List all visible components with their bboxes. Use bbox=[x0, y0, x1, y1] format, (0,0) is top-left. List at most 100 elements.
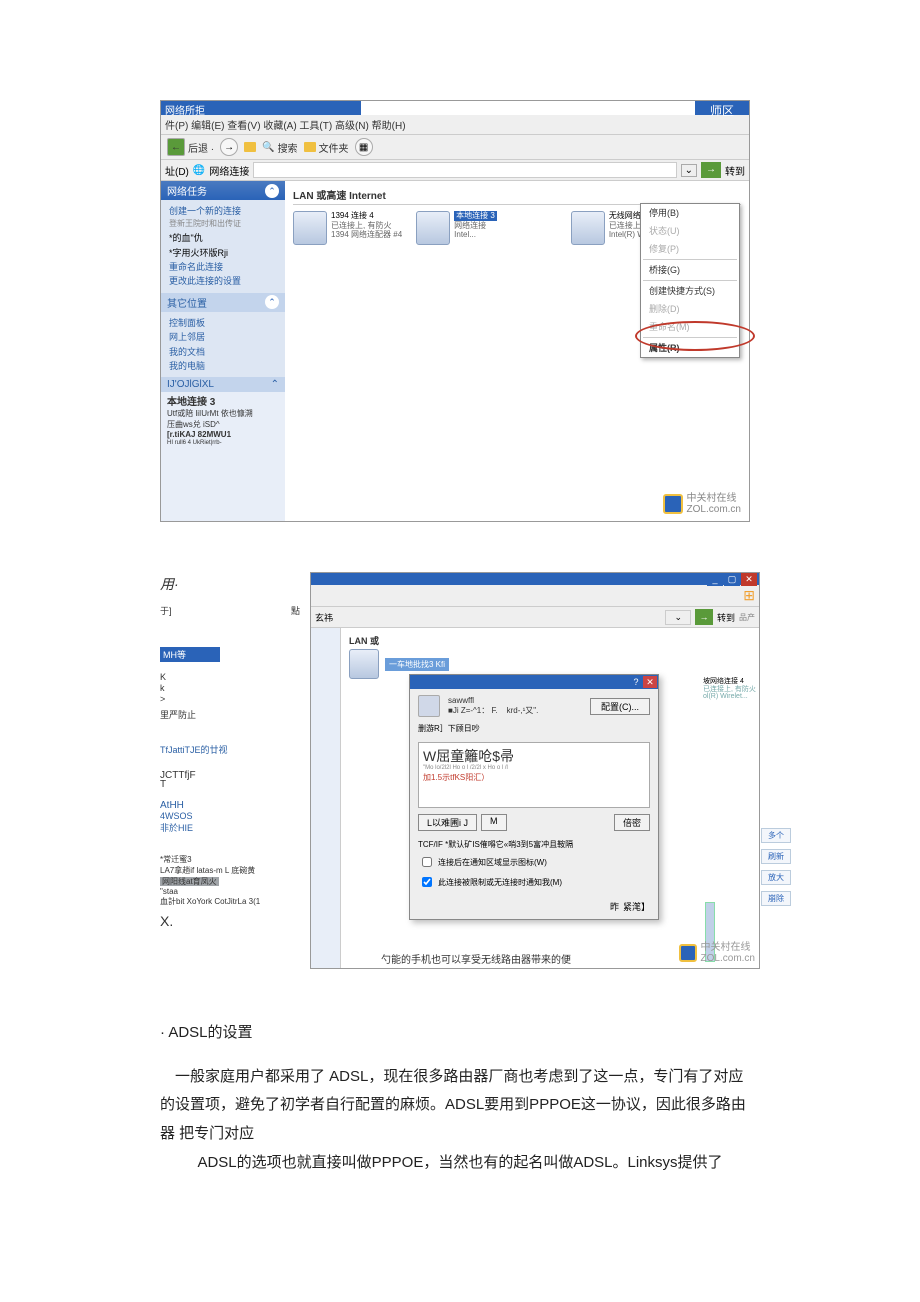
address-value[interactable]: 网络连接 bbox=[209, 163, 249, 178]
my-computer-link[interactable]: 我的电脑 bbox=[169, 359, 277, 373]
create-connection-link[interactable]: 创建一个新的连接 bbox=[169, 204, 277, 218]
screenshot2-left-text: 用· 于]點 MH等 K k > 里严防止 TfJattiTJE的廿视 JCTT… bbox=[160, 572, 300, 929]
caption-text: 勺能的手机也可以享受无线路由器带来的便 bbox=[381, 951, 571, 966]
components-listbox[interactable]: W屈童籬呛$帚 "Mo lo/2l2l Ho o l /2/2l x Ho o … bbox=[418, 742, 650, 808]
address-bar: 址(D) 🌐 网络连接 ⌄ → 转到 bbox=[161, 160, 749, 181]
uninstall-button[interactable]: M bbox=[481, 814, 507, 831]
main-area: LAN 或高速 Internet 1394 连接 4 已连接上, 有防火 139… bbox=[285, 181, 749, 521]
right-buttons: 多个 刷新 放大 崩除 bbox=[761, 828, 791, 906]
lan-header: LAN 或 bbox=[349, 632, 751, 649]
collapse-icon[interactable]: ⌃ bbox=[265, 295, 279, 309]
details-panel: 本地连接 3 Utf或陪 liIUrМt 依也慷溯 压曲ws兑 iSD^ [r.… bbox=[161, 392, 285, 452]
menu-status: 状态(U) bbox=[641, 222, 739, 240]
sidebar: 网络任务⌃ 创建一个新的连接 登新王院时和出传证 *的血"仇 *字用火环版Rji… bbox=[161, 181, 285, 521]
sidebar-stub bbox=[311, 628, 341, 968]
toolbar-row: ⊞ bbox=[311, 585, 759, 607]
sub-text: 登新王院时和出传证 bbox=[169, 218, 277, 231]
forward-button[interactable]: → bbox=[220, 138, 238, 156]
address-row: 玄祎 ⌄ → 转到 品产 bbox=[311, 607, 759, 628]
watermark: 中关村在线 ZOL.com.cn bbox=[663, 493, 741, 515]
show-icon-checkbox[interactable]: 连接后在通知区域显示图标(W) bbox=[418, 854, 650, 870]
right-connection-info: 坡网络连接 4 已连接上, 有防火 ol(R) Wirelet... bbox=[703, 678, 765, 701]
properties-dialog: ? ✕ sawwffl ■Ji Z=-^1： F. krd-,¹又". 配置( bbox=[409, 674, 659, 920]
go-button[interactable]: → bbox=[701, 162, 721, 178]
help-button[interactable]: ? bbox=[629, 676, 643, 688]
screenshot-network-connections: 网络所拒 师区 件(P) 编辑(E) 查看(V) 收藏(A) 工具(T) 高级(… bbox=[160, 100, 750, 522]
views-button[interactable]: ▦ bbox=[355, 138, 373, 156]
configure-button[interactable]: 配置(C)... bbox=[590, 698, 650, 715]
body-text: · ADSL的设置 一般家庭用户都采用了 ADSL，现在很多路由器厂商也考虑到了… bbox=[160, 1019, 760, 1178]
paragraph-2: ADSL的选项也就直接叫做PPPOE，当然也有的起名叫做ADSL。Linksys… bbox=[160, 1149, 760, 1178]
context-menu: 停用(B) 状态(U) 修复(P) 桥接(G) 创建快捷方式(S) 删除(D) … bbox=[640, 203, 740, 358]
network-icon bbox=[416, 211, 450, 245]
change-settings-link[interactable]: 更改此连接的设置 bbox=[169, 274, 277, 288]
right-badge: 师区 bbox=[695, 101, 749, 115]
maximize-button[interactable]: ▢ bbox=[724, 573, 740, 586]
window-controls: _ ▢ ✕ bbox=[707, 573, 757, 586]
network-tasks-header[interactable]: 网络任务⌃ bbox=[161, 181, 285, 200]
paragraph-1: 一般家庭用户都采用了 ADSL，现在很多路由器厂商也考虑到了这一点，专门有了对应… bbox=[160, 1063, 760, 1149]
network-icon bbox=[293, 211, 327, 245]
menu-disable[interactable]: 停用(B) bbox=[641, 204, 739, 222]
go-button[interactable]: → bbox=[695, 609, 713, 625]
address-icon: 🌐 bbox=[193, 165, 205, 176]
close-button[interactable]: ✕ bbox=[643, 676, 657, 688]
network-icon bbox=[571, 211, 605, 245]
go-label: 转到 bbox=[725, 163, 745, 178]
other-places-header[interactable]: 其它位置⌃ bbox=[161, 293, 285, 312]
connection-local-3[interactable]: 本地连接 3 网络连接 Intel... bbox=[416, 211, 497, 245]
zol-logo-icon bbox=[679, 944, 697, 962]
search-button[interactable]: 🔍 搜索 bbox=[262, 140, 297, 155]
adapter-icon bbox=[418, 695, 440, 717]
folder-icon bbox=[304, 142, 316, 152]
menu-properties[interactable]: 属性(R) bbox=[641, 339, 739, 357]
rb-2[interactable]: 放大 bbox=[761, 870, 791, 885]
connection-1394[interactable]: 1394 连接 4 已连接上, 有防火 1394 网络连配器 #4 bbox=[293, 211, 402, 245]
collapse-icon[interactable]: ⌃ bbox=[265, 184, 279, 198]
rb-0[interactable]: 多个 bbox=[761, 828, 791, 843]
back-icon: ← bbox=[167, 138, 185, 156]
zol-logo-icon bbox=[663, 494, 683, 514]
ok-button[interactable]: 昨 bbox=[610, 900, 619, 913]
network-icon bbox=[349, 649, 379, 679]
control-panel-link[interactable]: 控制面板 bbox=[169, 316, 277, 330]
close-button[interactable]: ✕ bbox=[741, 573, 757, 586]
address-dropdown-icon[interactable]: ⌄ bbox=[681, 164, 697, 177]
address-label: 址(D) bbox=[165, 163, 189, 178]
menu-rename: 重命名(M) bbox=[641, 318, 739, 336]
watermark: 中关村在线 ZOL.com.cn bbox=[679, 942, 755, 964]
dropdown[interactable]: ⌄ bbox=[665, 610, 691, 625]
dialog-titlebar: ? ✕ bbox=[410, 675, 658, 689]
back-button[interactable]: ←后退 · bbox=[167, 138, 214, 156]
folders-button[interactable]: 文件夹 bbox=[304, 140, 349, 155]
selected-connection[interactable]: 一车地批找3 Kfi bbox=[385, 658, 449, 671]
toolbar: ←后退 · → 🔍 搜索 文件夹 ▦ bbox=[161, 135, 749, 160]
menu-repair: 修复(P) bbox=[641, 240, 739, 258]
window-title: 网络所拒 bbox=[161, 101, 361, 115]
menu-shortcut[interactable]: 创建快捷方式(S) bbox=[641, 282, 739, 300]
screenshot-properties-dialog: _ ▢ ✕ ⊞ 玄祎 ⌄ → 转到 品产 LAN 或 bbox=[310, 572, 760, 969]
minimize-button[interactable]: _ bbox=[707, 573, 723, 586]
install-button[interactable]: L以难圃i J bbox=[418, 814, 477, 831]
menu-delete: 删除(D) bbox=[641, 300, 739, 318]
collapse-icon[interactable]: ⌃ bbox=[271, 379, 279, 390]
titlebar bbox=[311, 573, 759, 585]
win-logo-icon: ⊞ bbox=[743, 587, 755, 604]
rename-connection-link[interactable]: 重命名此连接 bbox=[169, 260, 277, 274]
cancel-button[interactable]: 紧滗】 bbox=[623, 900, 650, 913]
details-header[interactable]: IJ'OJlGlXL⌃ bbox=[161, 377, 285, 392]
up-folder-icon[interactable] bbox=[244, 142, 256, 152]
window-titlebar: 网络所拒 师区 bbox=[161, 101, 749, 115]
rb-3[interactable]: 崩除 bbox=[761, 891, 791, 906]
description-text: TCF/IF *默认矿IS傕嘚它«哨3到5富冲且鞍隔 bbox=[418, 839, 650, 850]
adsl-heading: · ADSL的设置 bbox=[160, 1019, 760, 1048]
notify-checkbox[interactable]: 此连接被限制或无连接时通知我(M) bbox=[418, 874, 650, 890]
properties-button[interactable]: 倍密 bbox=[614, 814, 650, 831]
menu-bar[interactable]: 件(P) 编辑(E) 查看(V) 收藏(A) 工具(T) 高级(N) 帮助(H) bbox=[161, 115, 749, 135]
group-header: LAN 或高速 Internet bbox=[293, 185, 741, 205]
my-docs-link[interactable]: 我的文档 bbox=[169, 345, 277, 359]
menu-bridge[interactable]: 桥接(G) bbox=[641, 261, 739, 279]
address-input[interactable] bbox=[253, 162, 676, 178]
network-places-link[interactable]: 网上邻居 bbox=[169, 330, 277, 344]
rb-1[interactable]: 刷新 bbox=[761, 849, 791, 864]
